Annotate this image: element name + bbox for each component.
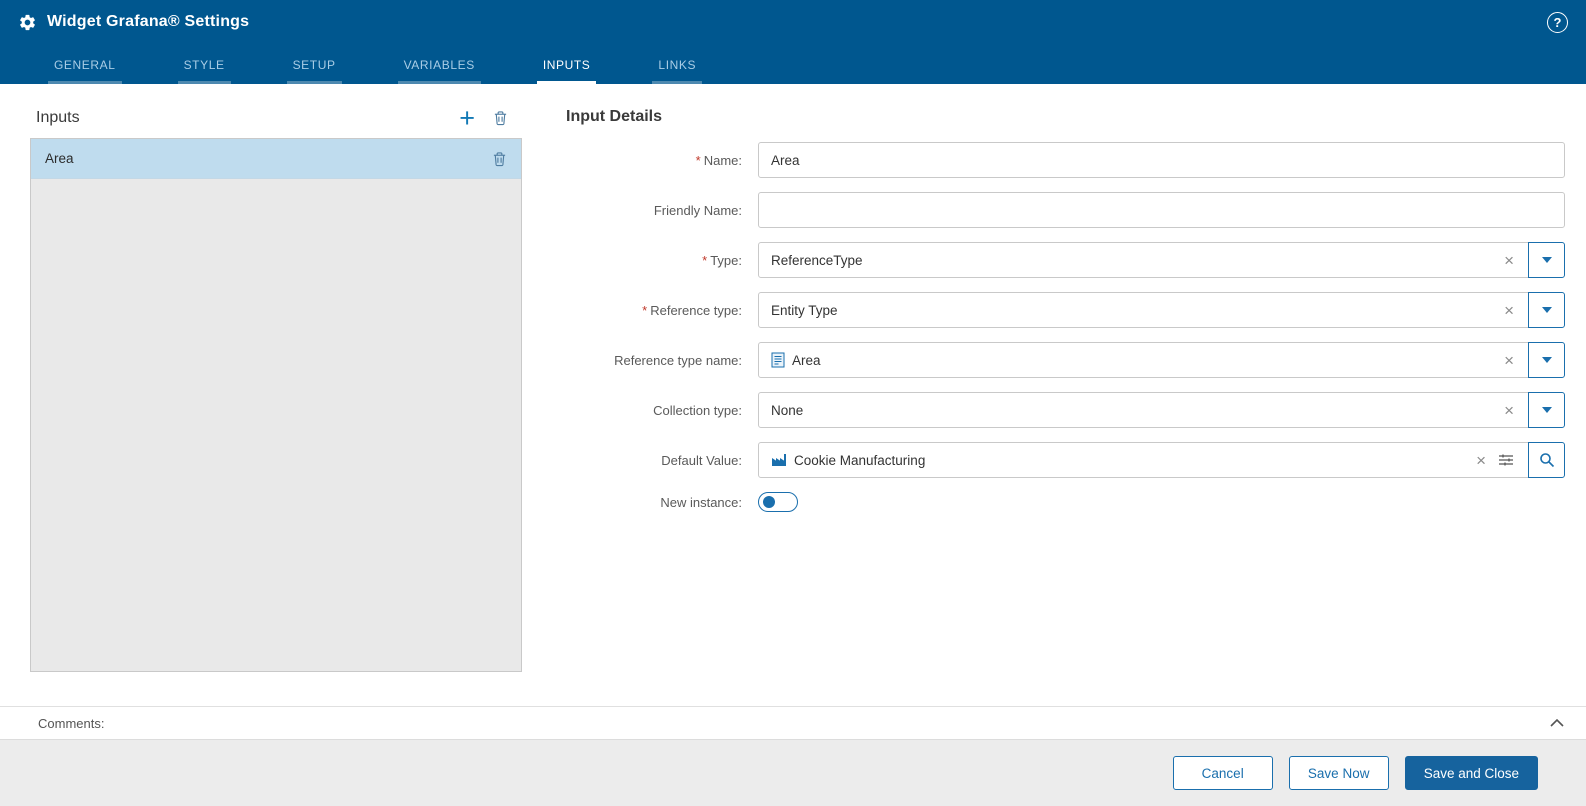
- row-trash-icon[interactable]: [492, 151, 507, 167]
- field-label-name: Name:: [703, 152, 742, 168]
- chevron-down-icon: [1541, 357, 1552, 363]
- search-icon: [1539, 453, 1554, 468]
- required-marker: *: [642, 302, 648, 318]
- reference-type-name-combobox[interactable]: Area ×: [758, 342, 1529, 378]
- collection-type-combobox[interactable]: None ×: [758, 392, 1529, 428]
- help-icon[interactable]: ?: [1547, 11, 1568, 33]
- type-combobox[interactable]: ReferenceType ×: [758, 242, 1529, 278]
- save-and-close-button[interactable]: Save and Close: [1404, 756, 1538, 790]
- field-label-default-value: Default Value:: [661, 452, 742, 468]
- chevron-down-icon: [1541, 407, 1552, 413]
- default-value-entity-picker[interactable]: Cookie Manufacturing ×: [758, 442, 1529, 478]
- factory-icon: [771, 453, 787, 467]
- search-button[interactable]: [1528, 442, 1565, 478]
- dialog-footer: Cancel Save Now Save and Close: [0, 740, 1586, 806]
- list-item-area[interactable]: Area: [31, 139, 521, 179]
- field-label-collection-type: Collection type:: [653, 402, 742, 418]
- inputs-list: Area: [30, 138, 522, 672]
- field-label-type: Type:: [710, 252, 742, 268]
- delete-input-button[interactable]: [493, 110, 508, 126]
- list-item-label: Area: [45, 151, 74, 166]
- add-input-button[interactable]: +: [459, 105, 475, 132]
- dialog-header: Widget Grafana® Settings ? GENERAL STYLE…: [0, 0, 1586, 84]
- required-marker: *: [695, 152, 701, 168]
- clear-icon[interactable]: ×: [1470, 452, 1492, 469]
- chevron-up-icon[interactable]: [1550, 719, 1564, 727]
- save-now-button[interactable]: Save Now: [1288, 756, 1389, 790]
- inputs-panel-title: Inputs: [36, 109, 80, 126]
- field-row-default-value: Default Value: Cookie Manufacturing ×: [566, 442, 1565, 478]
- field-row-collection-type: Collection type: None ×: [566, 392, 1565, 428]
- tab-setup[interactable]: SETUP: [286, 48, 342, 84]
- comments-label: Comments:: [38, 715, 105, 731]
- chevron-down-icon: [1541, 307, 1552, 313]
- clear-icon[interactable]: ×: [1498, 252, 1520, 269]
- clear-icon[interactable]: ×: [1498, 402, 1520, 419]
- reference-type-name-value: Area: [792, 352, 821, 368]
- main-content: Inputs + Area Input Details * Name: Area…: [0, 84, 1586, 706]
- field-row-friendly-name: Friendly Name:: [566, 192, 1565, 228]
- new-instance-toggle[interactable]: [758, 492, 798, 512]
- reference-type-name-dropdown-button[interactable]: [1528, 342, 1565, 378]
- required-marker: *: [702, 252, 708, 268]
- field-label-reference-type-name: Reference type name:: [614, 352, 742, 368]
- field-label-friendly-name: Friendly Name:: [653, 202, 742, 218]
- field-row-new-instance: New instance:: [566, 492, 1565, 512]
- dialog-title: Widget Grafana® Settings: [47, 13, 250, 30]
- clear-icon[interactable]: ×: [1498, 302, 1520, 319]
- inputs-panel: Inputs + Area: [30, 105, 522, 706]
- tab-variables[interactable]: VARIABLES: [397, 48, 481, 84]
- input-details-title: Input Details: [566, 108, 663, 125]
- collection-type-value: None: [771, 402, 804, 418]
- comments-section: Comments:: [0, 706, 1586, 740]
- tab-bar: GENERAL STYLE SETUP VARIABLES INPUTS LIN…: [0, 44, 1586, 84]
- default-value-text: Cookie Manufacturing: [794, 452, 926, 468]
- gear-icon: [18, 13, 37, 32]
- collection-type-dropdown-button[interactable]: [1528, 392, 1565, 428]
- filter-options-icon[interactable]: [1492, 453, 1520, 467]
- tab-links[interactable]: LINKS: [652, 48, 703, 84]
- field-row-reference-type-name: Reference type name: Area ×: [566, 342, 1565, 378]
- cancel-button[interactable]: Cancel: [1172, 756, 1273, 790]
- tab-inputs[interactable]: INPUTS: [536, 48, 597, 84]
- field-row-type: * Type: ReferenceType ×: [566, 242, 1565, 278]
- field-row-name: * Name:: [566, 142, 1565, 178]
- name-input[interactable]: [758, 142, 1565, 178]
- reference-type-value: Entity Type: [771, 302, 838, 318]
- reference-type-dropdown-button[interactable]: [1528, 292, 1565, 328]
- input-details-panel: Input Details *Name: Friendly Name:: [566, 108, 1565, 706]
- clear-icon[interactable]: ×: [1498, 352, 1520, 369]
- widget-settings-dialog: Widget Grafana® Settings ? GENERAL STYLE…: [0, 0, 1586, 806]
- type-value: ReferenceType: [771, 252, 863, 268]
- chevron-down-icon: [1541, 257, 1552, 263]
- datashape-icon: [771, 352, 785, 368]
- tab-general[interactable]: GENERAL: [48, 48, 122, 84]
- field-label-reference-type: Reference type:: [650, 302, 742, 318]
- tab-style[interactable]: STYLE: [177, 48, 231, 84]
- field-label-new-instance: New instance:: [660, 494, 742, 510]
- reference-type-combobox[interactable]: Entity Type ×: [758, 292, 1529, 328]
- type-dropdown-button[interactable]: [1528, 242, 1565, 278]
- field-row-reference-type: * Reference type: Entity Type ×: [566, 292, 1565, 328]
- friendly-name-input[interactable]: [758, 192, 1565, 228]
